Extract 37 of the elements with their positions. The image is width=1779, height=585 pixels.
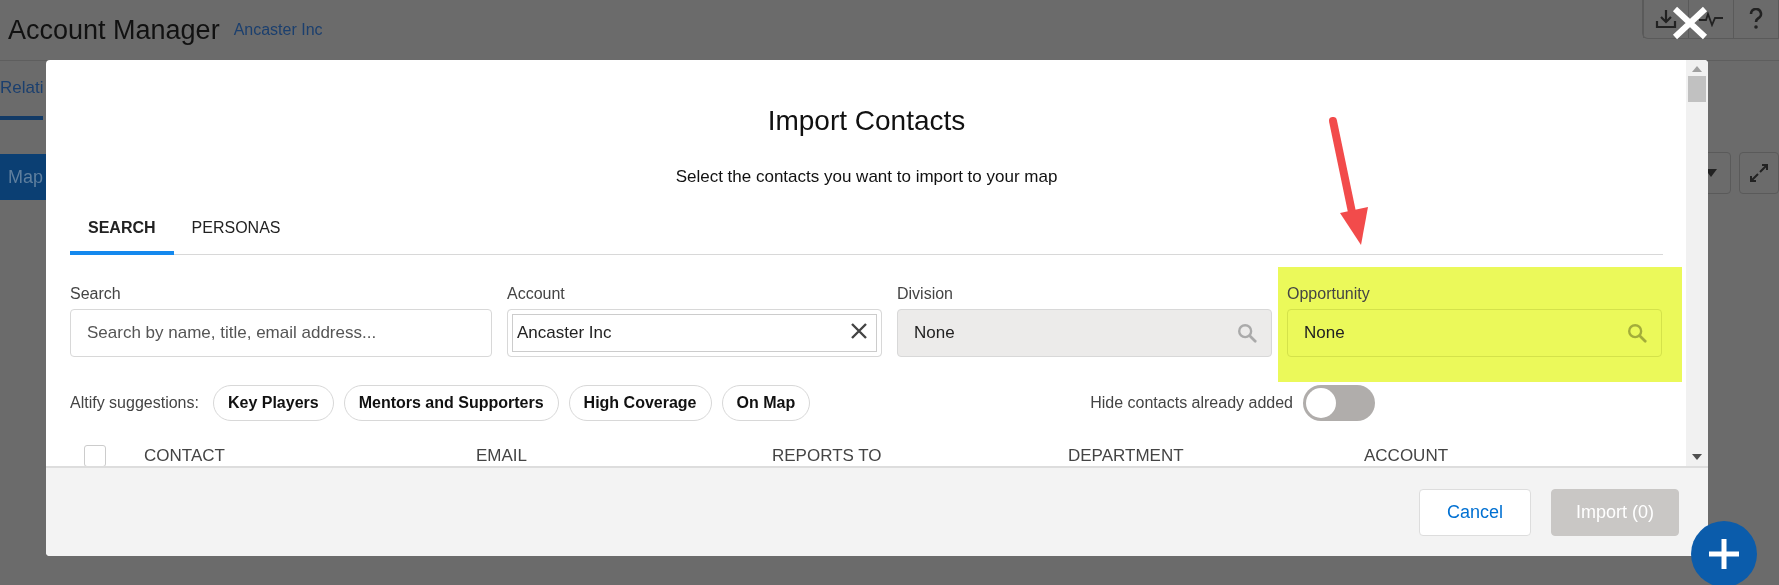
suggestions-label: Altify suggestions: (70, 394, 199, 412)
column-header: CONTACT (144, 446, 226, 466)
cancel-button[interactable]: Cancel (1419, 488, 1531, 536)
field-label: Search (70, 285, 122, 303)
toggle-label: Hide contacts already added (1090, 394, 1293, 412)
column-header: REPORTS TO (772, 446, 883, 466)
input-field[interactable]: None (1287, 309, 1662, 357)
suggestion-chip[interactable]: High Coverage (568, 385, 712, 421)
suggestion-chip[interactable]: On Map (721, 385, 811, 421)
expand-icon (1750, 164, 1768, 182)
suggestion-chip[interactable]: Mentors and Supporters (343, 385, 559, 421)
field-label: Opportunity (1287, 285, 1371, 303)
search-icon (1626, 322, 1648, 344)
field-label: Division (897, 285, 954, 303)
column-header: EMAIL (476, 446, 529, 466)
app-title: Account Manager (8, 14, 220, 46)
field-label: Account (507, 285, 566, 303)
column-header: DEPARTMENT (1068, 446, 1185, 466)
input-field[interactable]: Ancaster Inc (507, 309, 882, 357)
suggestion-chip[interactable]: Key Players (212, 385, 334, 421)
search-icon (1236, 322, 1258, 344)
scroll-down-icon[interactable] (1692, 454, 1702, 460)
close-icon[interactable] (1672, 6, 1708, 40)
plus-icon (1707, 537, 1741, 571)
tab[interactable]: SEARCH (70, 209, 174, 255)
column-header: ACCOUNT (1364, 446, 1450, 466)
add-button[interactable] (1691, 521, 1757, 585)
input-field[interactable]: Search by name, title, email address... (70, 309, 492, 357)
scrollbar-thumb[interactable] (1688, 76, 1706, 102)
dialog-subtitle: Select the contacts you want to import to your map (674, 167, 1059, 187)
select-all-checkbox[interactable] (84, 445, 106, 466)
tab[interactable]: PERSONAS (173, 209, 299, 255)
clear-icon[interactable] (850, 322, 868, 340)
expand-button[interactable] (1739, 152, 1779, 194)
dialog-title: Import Contacts (766, 105, 967, 137)
toggle-switch[interactable] (1303, 385, 1375, 421)
scrollbar[interactable] (1686, 60, 1708, 466)
